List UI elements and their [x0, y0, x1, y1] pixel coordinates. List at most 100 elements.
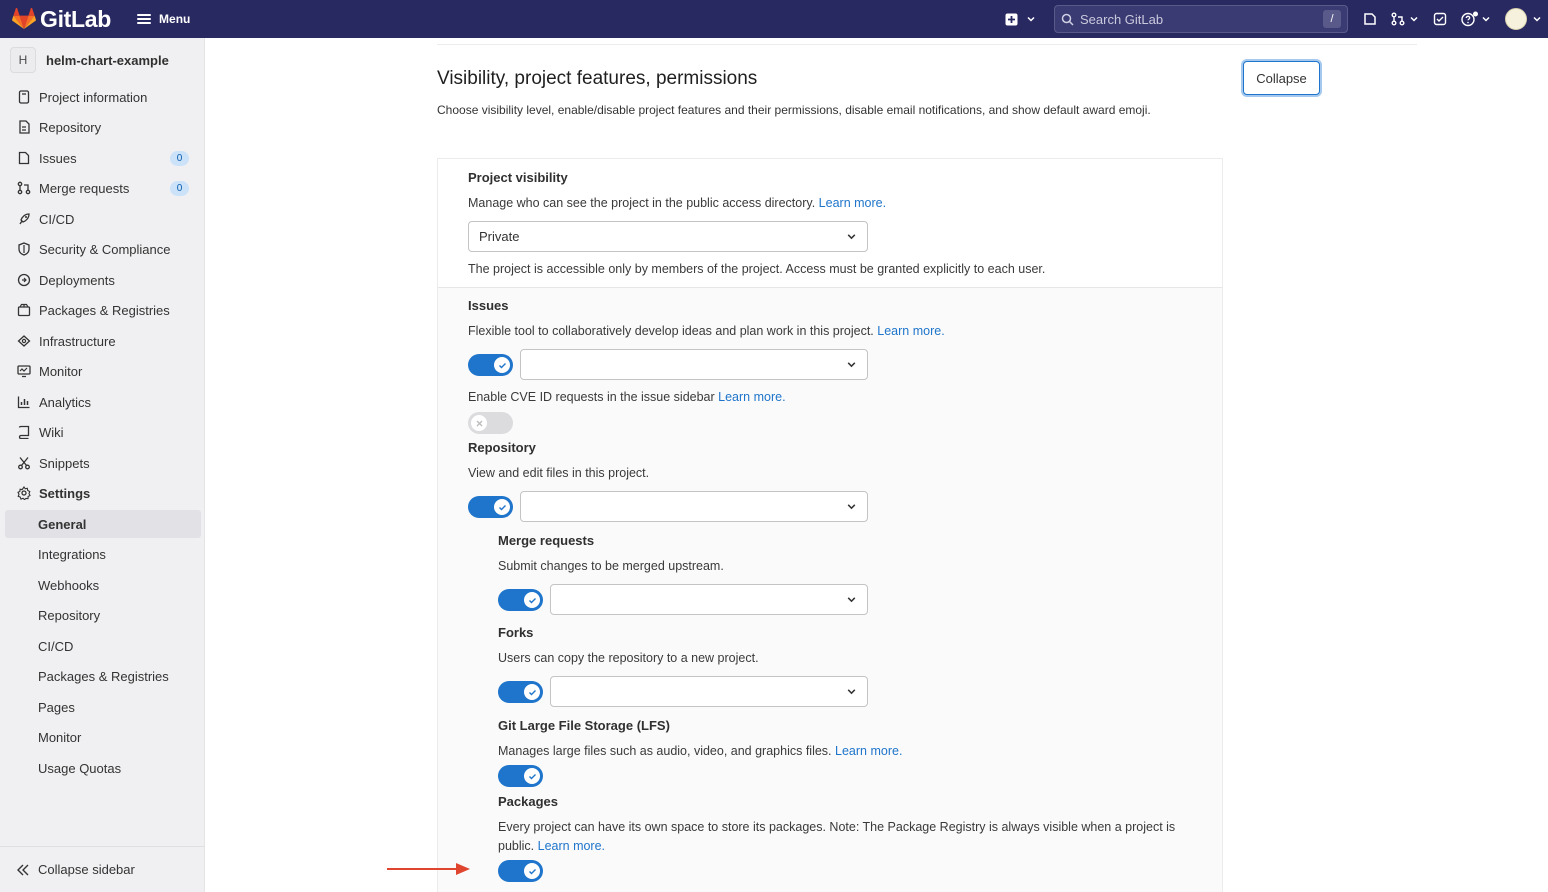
packages-help: Every project can have its own space to … — [498, 818, 1188, 856]
plus-square-icon — [1005, 13, 1017, 25]
sidebar-item-snippets[interactable]: Snippets — [5, 449, 201, 477]
sidebar-sub-general[interactable]: General — [5, 510, 201, 538]
annotation-arrow-icon — [387, 863, 470, 875]
forks-toggle[interactable] — [498, 681, 543, 703]
new-item-dropdown[interactable] — [1000, 13, 1040, 26]
check-icon — [524, 768, 540, 784]
merge-requests-access-select[interactable] — [550, 584, 868, 615]
user-menu-button[interactable] — [1498, 8, 1548, 30]
sidebar-item-issues[interactable]: Issues 0 — [5, 144, 201, 172]
visibility-select[interactable]: Private — [468, 221, 868, 252]
section-title: Visibility, project features, permission… — [437, 68, 758, 89]
merge-request-icon — [1391, 12, 1405, 26]
sidebar-item-cicd[interactable]: CI/CD — [5, 205, 201, 233]
repository-access-select[interactable] — [520, 491, 868, 522]
sidebar-item-label: CI/CD — [39, 211, 75, 227]
sidebar-sub-integrations[interactable]: Integrations — [5, 540, 201, 568]
sidebar-item-label: Repository — [39, 119, 102, 135]
sidebar-sub-webhooks[interactable]: Webhooks — [5, 571, 201, 599]
repository-label: Repository — [468, 440, 536, 455]
cve-help: Enable CVE ID requests in the issue side… — [468, 388, 786, 407]
collapse-sidebar-button[interactable]: Collapse sidebar — [0, 846, 205, 892]
issues-toggle[interactable] — [468, 354, 513, 376]
chevron-down-icon — [1410, 16, 1418, 22]
gitlab-logo[interactable]: GitLab — [12, 6, 111, 33]
sidebar-item-settings[interactable]: Settings — [5, 479, 201, 507]
issues-nav-button[interactable] — [1356, 12, 1384, 26]
merge-requests-nav-button[interactable] — [1384, 12, 1426, 26]
sidebar-sub-repository[interactable]: Repository — [5, 601, 201, 629]
lfs-label: Git Large File Storage (LFS) — [498, 718, 670, 733]
collapse-button[interactable]: Collapse — [1243, 61, 1320, 95]
sidebar-sub-label: General — [38, 516, 87, 532]
lfs-help-text: Manages large files such as audio, video… — [498, 744, 832, 758]
main-content: Visibility, project features, permission… — [205, 38, 1548, 892]
sidebar-item-infrastructure[interactable]: Infrastructure — [5, 327, 201, 355]
monitor-icon — [17, 364, 31, 378]
sidebar-sub-label: Monitor — [38, 729, 82, 745]
sidebar-item-repository[interactable]: Repository — [5, 113, 201, 141]
sidebar-item-wiki[interactable]: Wiki — [5, 418, 201, 446]
forks-help: Users can copy the repository to a new p… — [498, 651, 759, 665]
cve-toggle[interactable] — [468, 412, 513, 434]
packages-learn-more-link[interactable]: Learn more. — [538, 839, 605, 853]
check-icon — [524, 863, 540, 879]
issues-help: Flexible tool to collaboratively develop… — [468, 322, 945, 341]
check-icon — [524, 592, 540, 608]
sidebar-item-analytics[interactable]: Analytics — [5, 388, 201, 416]
repository-icon — [17, 120, 31, 134]
search-shortcut-hint: / — [1323, 10, 1341, 28]
navbar-right: Search GitLab / — [1000, 0, 1548, 38]
gitlab-window: GitLab Menu Search GitLab / H helm-chart… — [0, 0, 1548, 892]
visibility-label: Project visibility — [468, 170, 568, 185]
todos-nav-button[interactable] — [1426, 12, 1454, 26]
sidebar-item-label: Merge requests — [39, 180, 130, 196]
section-divider — [437, 44, 1417, 45]
sidebar-item-project-information[interactable]: Project information — [5, 83, 201, 111]
search-input[interactable]: Search GitLab / — [1054, 5, 1348, 33]
merge-requests-toggle[interactable] — [498, 589, 543, 611]
sidebar-sub-label: Packages & Registries — [38, 668, 169, 684]
sidebar-item-label: Snippets — [39, 455, 90, 471]
sidebar-item-deployments[interactable]: Deployments — [5, 266, 201, 294]
project-sidebar: H helm-chart-example Project information… — [0, 38, 205, 892]
double-chevron-left-icon — [17, 864, 29, 875]
sidebar-item-packages-registries[interactable]: Packages & Registries — [5, 296, 201, 324]
sidebar-item-label: Security & Compliance — [39, 241, 171, 257]
todo-icon — [1433, 12, 1447, 26]
menu-button[interactable]: Menu — [137, 12, 190, 26]
issues-learn-more-link[interactable]: Learn more. — [877, 324, 944, 338]
issues-access-select[interactable] — [520, 349, 868, 380]
scissors-icon — [17, 456, 31, 470]
merge-requests-label: Merge requests — [498, 533, 595, 548]
sidebar-sub-usage-quotas[interactable]: Usage Quotas — [5, 754, 201, 782]
repository-toggle[interactable] — [468, 496, 513, 518]
sidebar-item-monitor[interactable]: Monitor — [5, 357, 201, 385]
cve-learn-more-link[interactable]: Learn more. — [718, 390, 785, 404]
help-nav-button[interactable] — [1454, 11, 1498, 27]
sidebar-sub-monitor[interactable]: Monitor — [5, 723, 201, 751]
forks-access-select[interactable] — [550, 676, 868, 707]
lfs-toggle[interactable] — [498, 765, 543, 787]
forks-label: Forks — [498, 625, 534, 640]
sidebar-item-label: Settings — [39, 485, 91, 501]
sidebar-sub-pages[interactable]: Pages — [5, 693, 201, 721]
help-icon — [1461, 11, 1478, 27]
sidebar-sub-cicd[interactable]: CI/CD — [5, 632, 201, 660]
visibility-value: Private — [479, 229, 520, 244]
lfs-learn-more-link[interactable]: Learn more. — [835, 744, 902, 758]
sidebar-sub-label: Pages — [38, 699, 75, 715]
visibility-learn-more-link[interactable]: Learn more. — [819, 196, 886, 210]
sidebar-item-label: Packages & Registries — [39, 302, 170, 318]
check-icon — [494, 357, 510, 373]
sidebar-item-merge-requests[interactable]: Merge requests 0 — [5, 174, 201, 202]
deployments-icon — [17, 273, 31, 287]
sidebar-item-security-compliance[interactable]: Security & Compliance — [5, 235, 201, 263]
packages-toggle[interactable] — [498, 860, 543, 882]
merge-request-icon — [17, 181, 31, 195]
shield-icon — [17, 242, 31, 256]
sidebar-item-label: Deployments — [39, 272, 115, 288]
merge-requests-help: Submit changes to be merged upstream. — [498, 559, 724, 573]
sidebar-sub-packages-registries[interactable]: Packages & Registries — [5, 662, 201, 690]
project-header[interactable]: H helm-chart-example — [0, 38, 204, 82]
